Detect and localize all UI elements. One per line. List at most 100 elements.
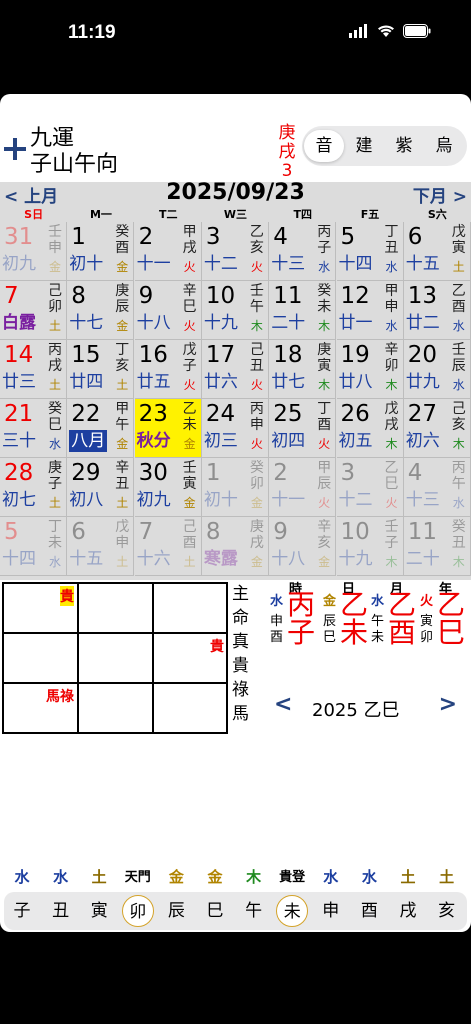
calendar-day-cell[interactable]: 5 十四丁丑水 (336, 222, 404, 281)
palace-cell[interactable] (154, 584, 226, 634)
palace-cell[interactable] (4, 634, 79, 684)
element-tag: 木 (385, 555, 398, 569)
element-tag: 金 (116, 437, 129, 451)
ganzhi-char: 申 (384, 299, 399, 315)
prev-year-button[interactable]: < (274, 692, 292, 717)
ganzhi-char: 未 (182, 417, 197, 433)
ganzhi-char: 辰 (317, 476, 332, 492)
branch-element: 土 (91, 868, 107, 886)
calendar-day-cell[interactable]: 3 十二乙亥火 (201, 222, 269, 281)
calendar-day-cell[interactable]: 9 十八辛巳火 (134, 281, 202, 340)
branch-button[interactable]: 未 (276, 895, 309, 927)
ganzhi-char: 丑 (115, 476, 130, 492)
lunar-date: 初七 (2, 490, 36, 510)
branch-button[interactable]: 午 (238, 895, 270, 927)
tab-wu[interactable]: 烏 (424, 130, 464, 162)
hidden-branch: 午 (371, 614, 385, 629)
palace-cell[interactable]: 貴 (4, 584, 79, 634)
calendar-day-cell[interactable]: 7 白露己卯土 (0, 281, 67, 340)
tab-jian[interactable]: 建 (344, 130, 384, 162)
calendar-day-cell[interactable]: 6 十五戊申土 (67, 517, 135, 576)
next-year-button[interactable]: > (439, 692, 457, 717)
calendar-day-cell[interactable]: 17 廿六己丑火 (201, 340, 269, 399)
calendar-day-cell[interactable]: 9 十八辛亥金 (269, 517, 337, 576)
calendar-day-cell[interactable]: 12 廿一甲申水 (336, 281, 404, 340)
calendar-day-cell[interactable]: 18 廿七庚寅木 (269, 340, 337, 399)
branch-button[interactable]: 巳 (199, 895, 231, 927)
branch-buttons-row: 子丑寅卯辰巳午未申酉戌亥 (4, 892, 467, 930)
day-number: 15 (71, 342, 101, 368)
palace-cell[interactable]: 馬祿 (4, 684, 79, 732)
calendar-day-cell[interactable]: 11 二十癸未木 (269, 281, 337, 340)
tab-zi[interactable]: 紫 (384, 130, 424, 162)
calendar-day-cell[interactable]: 8 寒露庚戌金 (201, 517, 269, 576)
mode-segmented-control: 音 建 紫 烏 (302, 126, 467, 166)
calendar-day-cell[interactable]: 5 十四丁未水 (0, 517, 67, 576)
calendar-day-cell[interactable]: 25 初四丁酉火 (269, 399, 337, 458)
calendar-day-cell[interactable]: 13 廿二乙酉水 (403, 281, 471, 340)
label-lu: 祿 (232, 680, 249, 700)
calendar-day-cell[interactable]: 10 十九壬子木 (336, 517, 404, 576)
branch-button[interactable]: 卯 (121, 895, 154, 927)
lunar-date: 廿一 (338, 313, 373, 333)
weekday-label: M一 (89, 208, 112, 221)
calendar-day-cell[interactable]: 1 初十癸酉金 (67, 222, 135, 281)
ganzhi: 戊戌 (384, 401, 400, 433)
branch-button[interactable]: 子 (6, 895, 38, 927)
calendar-day-cell[interactable]: 26 初五戊戌木 (336, 399, 404, 458)
branch-button[interactable]: 酉 (353, 895, 385, 927)
calendar-day-cell[interactable]: 23 秋分乙未金 (134, 399, 202, 458)
lunar-date: 十二 (338, 490, 373, 510)
weekday-label: S日 (24, 208, 44, 221)
label-ma: 馬 (232, 704, 249, 724)
calendar-day-cell[interactable]: 16 廿五戊子火 (134, 340, 202, 399)
branch-button[interactable]: 亥 (431, 895, 463, 927)
lunar-date: 十九 (338, 549, 373, 569)
branch-button[interactable]: 寅 (83, 895, 115, 927)
branch-button[interactable]: 申 (315, 895, 347, 927)
calendar-day-cell[interactable]: 28 初七庚子土 (0, 458, 67, 517)
ganzhi-char: 甲 (317, 460, 332, 476)
palace-cell[interactable] (79, 634, 154, 684)
palace-cell[interactable] (79, 684, 154, 732)
tab-yin[interactable]: 音 (304, 130, 344, 162)
calendar-day-cell[interactable]: 11 二十癸丑木 (403, 517, 471, 576)
palace-cell[interactable]: 貴 (154, 634, 226, 684)
calendar-day-cell[interactable]: 22 八月甲午金 (67, 399, 135, 458)
calendar-day-cell[interactable]: 6 十五戊寅土 (403, 222, 471, 281)
branch-element: 水 (14, 868, 30, 886)
branch-element: 水 (361, 868, 377, 886)
ganzhi: 甲午 (114, 401, 130, 433)
calendar-day-cell[interactable]: 3 十二乙巳火 (336, 458, 404, 517)
calendar-day-cell[interactable]: 1 初十癸卯金 (201, 458, 269, 517)
calendar-day-cell[interactable]: 14 廿三丙戌土 (0, 340, 67, 399)
calendar-day-cell[interactable]: 2 十一甲戌火 (134, 222, 202, 281)
calendar-day-cell[interactable]: 15 廿四丁亥土 (67, 340, 135, 399)
calendar-day-cell[interactable]: 8 十七庚辰金 (67, 281, 135, 340)
calendar-nav: < 上月 2025/09/23 下月 > (0, 180, 471, 207)
day-number: 4 (273, 224, 288, 250)
branch-button[interactable]: 戌 (392, 895, 424, 927)
calendar-day-cell[interactable]: 20 廿九壬辰水 (403, 340, 471, 399)
ganzhi-char: 巳 (182, 299, 197, 315)
calendar-day-cell[interactable]: 27 初六己亥木 (403, 399, 471, 458)
lunar-date: 十九 (203, 313, 238, 333)
palace-cell[interactable] (79, 584, 154, 634)
calendar-day-cell[interactable]: 24 初三丙申火 (201, 399, 269, 458)
calendar-day-cell[interactable]: 29 初八辛丑土 (67, 458, 135, 517)
calendar-day-cell[interactable]: 31 初九壬申金 (0, 222, 67, 281)
palace-cell[interactable] (154, 684, 226, 732)
calendar-day-cell[interactable]: 7 十六己酉土 (134, 517, 202, 576)
calendar-day-cell[interactable]: 4 十三丙子水 (269, 222, 337, 281)
ganzhi-char: 辰 (115, 299, 130, 315)
add-icon[interactable] (4, 138, 26, 160)
calendar-day-cell[interactable]: 30 初九壬寅金 (134, 458, 202, 517)
branch-button[interactable]: 辰 (160, 895, 192, 927)
branch-button[interactable]: 丑 (45, 895, 77, 927)
calendar-day-cell[interactable]: 4 十三丙午水 (403, 458, 471, 517)
calendar-day-cell[interactable]: 2 十一甲辰火 (269, 458, 337, 517)
calendar-day-cell[interactable]: 10 十九壬午木 (201, 281, 269, 340)
calendar-day-cell[interactable]: 19 廿八辛卯木 (336, 340, 404, 399)
next-month-button[interactable]: 下月 > (413, 182, 467, 207)
calendar-day-cell[interactable]: 21 三十癸巳水 (0, 399, 67, 458)
